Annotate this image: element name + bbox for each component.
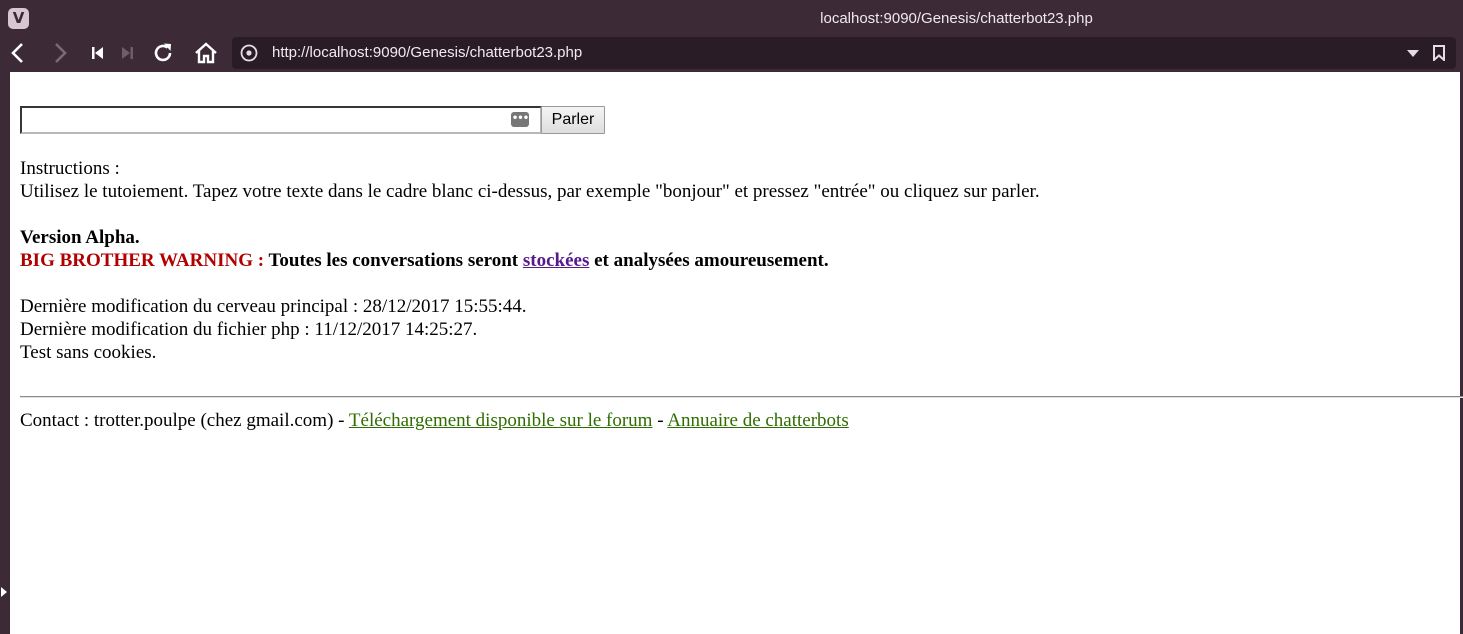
footer: Contact : trotter.poulpe (chez gmail.com… [20, 409, 849, 432]
brain-modified-text: Dernière modification du cerveau princip… [20, 296, 527, 317]
instructions-text: Utilisez le tutoiement. Tapez votre text… [20, 181, 1040, 202]
panel-toggle-icon[interactable] [1, 587, 7, 597]
home-icon[interactable] [191, 38, 221, 68]
address-bar[interactable]: http://localhost:9090/Genesis/chatterbot… [232, 37, 1456, 69]
back-icon[interactable] [3, 38, 33, 68]
instructions-heading: Instructions : [20, 158, 120, 179]
contact-text: Contact : trotter.poulpe (chez gmail.com… [20, 410, 345, 431]
bookmark-icon[interactable] [1432, 45, 1446, 61]
navigation-bar: http://localhost:9090/Genesis/chatterbot… [0, 36, 1463, 72]
vivaldi-logo-icon[interactable]: V [8, 8, 29, 29]
side-panel-strip [0, 72, 10, 634]
fast-forward-icon[interactable] [112, 38, 142, 68]
divider [20, 396, 1463, 398]
warning-text-after: et analysées amoureusement. [594, 250, 829, 271]
footer-separator: - [657, 410, 664, 431]
reload-icon[interactable] [148, 38, 178, 68]
parler-button[interactable]: Parler [541, 106, 605, 134]
download-link[interactable]: Téléchargement disponible sur le forum [349, 410, 653, 431]
directory-link[interactable]: Annuaire de chatterbots [667, 410, 848, 431]
title-bar: V localhost:9090/Genesis/chatterbot23.ph… [0, 0, 1463, 36]
url-text[interactable]: http://localhost:9090/Genesis/chatterbot… [272, 44, 582, 61]
php-modified-text: Dernière modification du fichier php : 1… [20, 319, 478, 340]
rewind-icon[interactable] [83, 38, 113, 68]
cookies-text: Test sans cookies. [20, 342, 157, 363]
version-label: Version Alpha. [20, 227, 140, 248]
warning-text-before: Toutes les conversations seront [268, 250, 519, 271]
warning-line: BIG BROTHER WARNING : Toutes les convers… [20, 249, 829, 272]
site-info-icon[interactable] [240, 44, 258, 62]
password-manager-icon[interactable]: ••• [511, 112, 529, 127]
warning-label: BIG BROTHER WARNING : [20, 250, 265, 271]
dropdown-icon[interactable] [1406, 47, 1420, 59]
window-title: localhost:9090/Genesis/chatterbot23.php [820, 10, 1093, 27]
stockees-link[interactable]: stockées [523, 250, 589, 271]
forward-icon[interactable] [45, 38, 75, 68]
chat-input[interactable]: ••• [20, 106, 542, 134]
